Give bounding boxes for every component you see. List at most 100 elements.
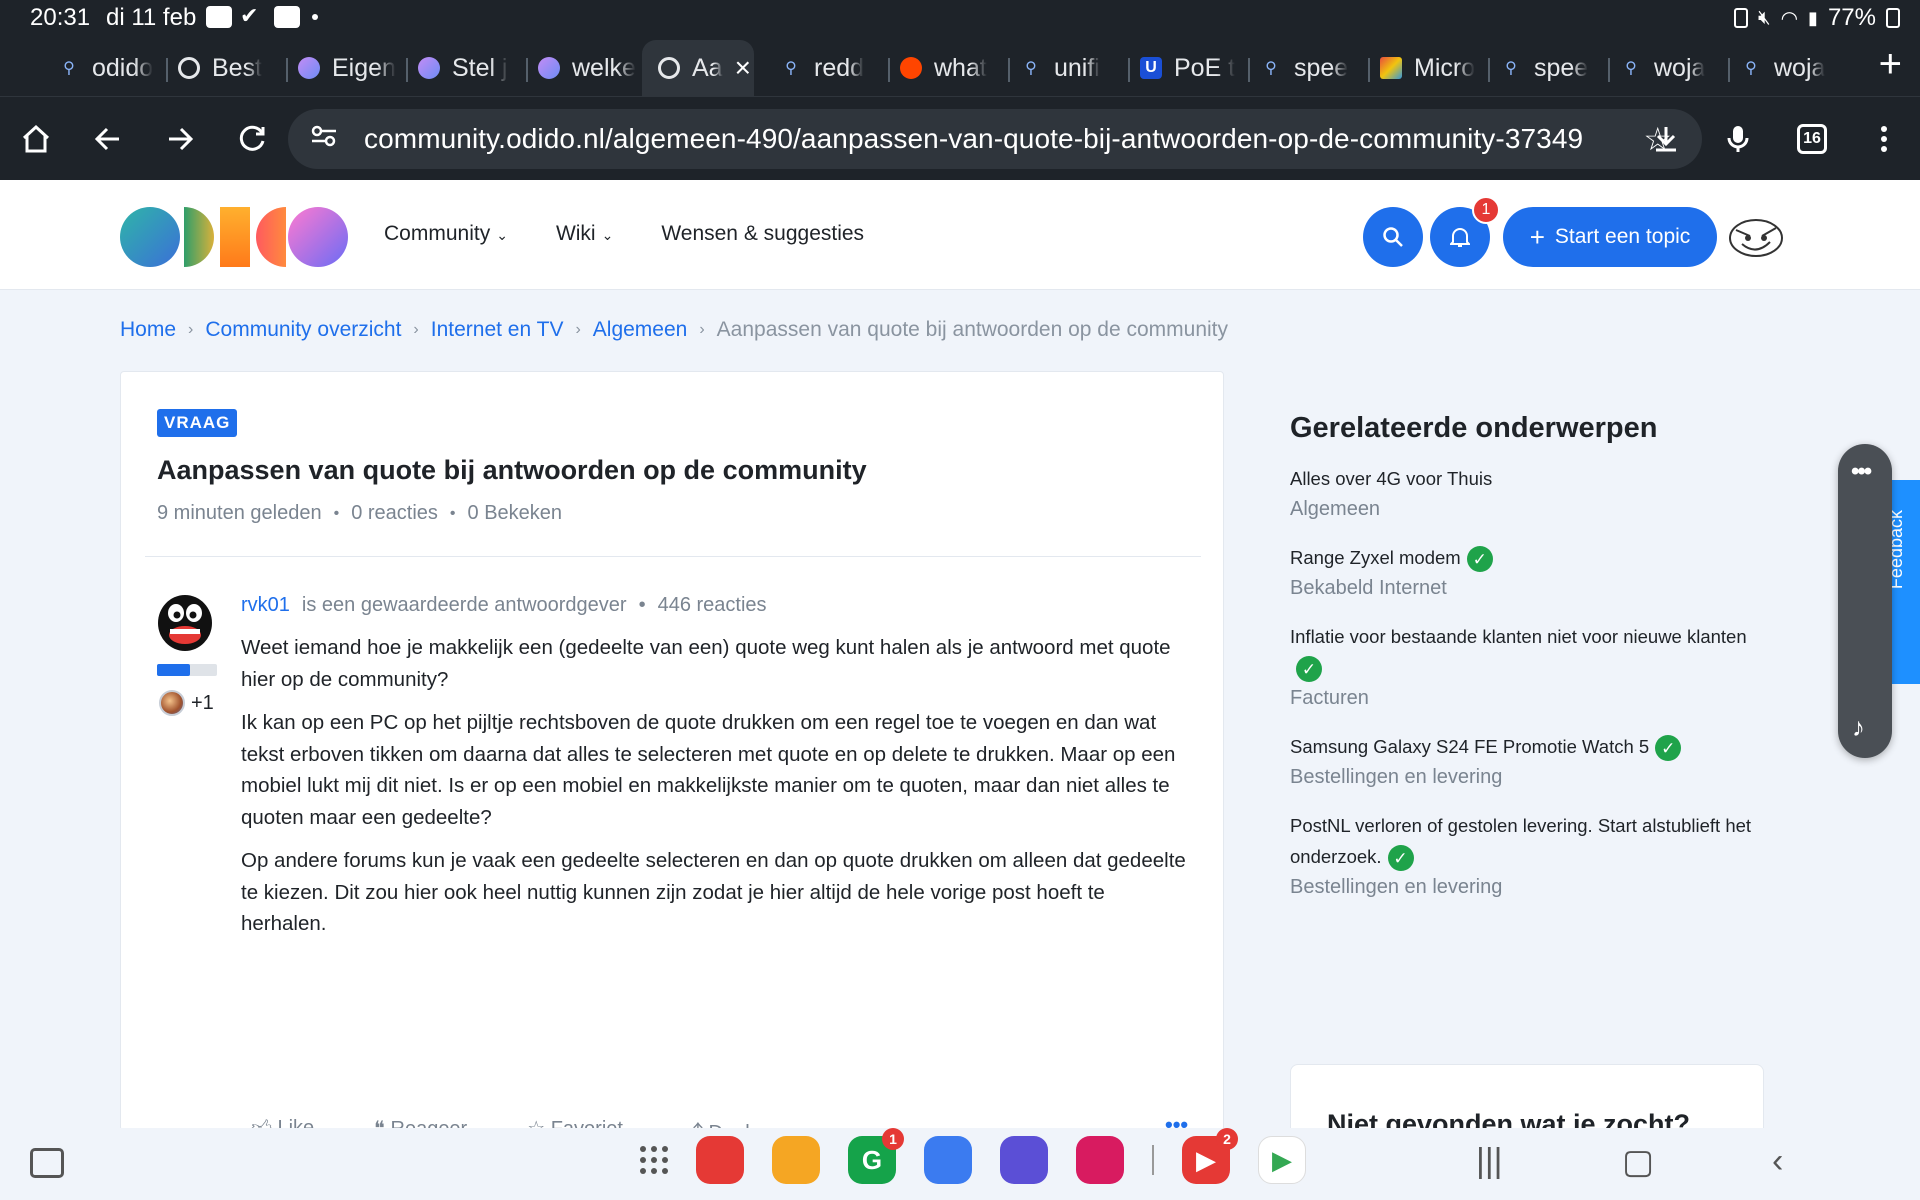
internet-app-icon[interactable] [1000,1136,1048,1184]
image-icon [1380,57,1402,79]
tab-strip: ⚲ odido Best Eigen Stel j welke Aa × ⚲ redd what ⚲ u… [0,36,1920,96]
nav-wiki[interactable]: Wiki ⌄ [556,222,613,246]
tab-separator [1248,58,1250,82]
tab-switcher-button[interactable]: 16 [1790,117,1834,161]
related-topic-category[interactable]: Algemeen [1290,494,1770,524]
plus-icon: + [1529,221,1545,252]
mute-icon: 🔇︎ [1757,6,1771,29]
status-date: di 11 feb [106,4,197,31]
music-note-icon[interactable]: ♪ [1852,712,1865,743]
browser-tab[interactable]: ⚲ redd [780,46,880,90]
author-avatar[interactable] [157,593,213,653]
apps-grid-icon[interactable] [640,1146,668,1174]
browser-tab[interactable]: Aa × [642,40,754,96]
notes-app-icon[interactable] [696,1136,744,1184]
files-app-icon[interactable] [772,1136,820,1184]
badge-avatar-icon [159,690,185,716]
chevron-down-icon: ⌄ [601,227,614,243]
camera-app-icon[interactable] [1076,1136,1124,1184]
play-store-app-icon[interactable]: ▶ [1258,1136,1306,1184]
url-text[interactable]: community.odido.nl/algemeen-490/aanpasse… [364,123,1583,155]
grammarly-app-icon[interactable]: G1 [848,1128,904,1184]
globe-icon [178,57,200,79]
search-button[interactable] [1363,207,1423,267]
tab-separator [406,58,408,82]
back-arrow-icon [94,127,119,151]
site-settings-icon[interactable] [310,124,340,155]
back-button[interactable] [86,117,130,161]
browser-tab[interactable]: ⚲ unifi [1020,46,1120,90]
home-nav-button[interactable]: ▢ [1622,1142,1654,1182]
recents-nav-button[interactable]: ||| [1476,1142,1503,1181]
breadcrumb-community-overzicht[interactable]: Community overzicht [205,318,401,342]
browser-tab[interactable]: U PoE t [1140,46,1240,90]
user-avatar[interactable] [1726,208,1786,268]
breadcrumb-internet-en-tv[interactable]: Internet en TV [431,318,564,342]
tab-title: spee [1294,53,1349,82]
browser-tab[interactable]: what [900,46,1000,90]
nav-wiki-label: Wiki [555,222,596,245]
related-topic-title: Alles over 4G voor Thuis [1290,463,1770,494]
more-horizontal-icon[interactable]: ••• [1851,458,1872,486]
nav-community[interactable]: Community ⌄ [384,222,508,246]
recent-screen-icon[interactable] [30,1148,64,1178]
youtube-app-icon[interactable]: ▶ 2 [1182,1128,1238,1184]
battery-saver-icon [1733,8,1748,28]
browser-tab[interactable]: Stel j [418,46,518,90]
odido-icon [538,57,560,79]
breadcrumb-algemeen[interactable]: Algemeen [593,318,688,342]
messages-app-icon[interactable] [924,1136,972,1184]
more-notifications-icon [312,14,318,20]
breadcrumb-home[interactable]: Home [120,318,176,342]
browser-tab[interactable]: ⚲ spee [1500,46,1600,90]
tab-separator [1008,58,1010,82]
tab-title: welke [572,53,636,82]
related-topic-category[interactable]: Bestellingen en levering [1290,872,1770,902]
reload-button[interactable] [230,117,274,161]
related-topic-category[interactable]: Bekabeld Internet [1290,573,1770,603]
divider [145,556,1201,557]
related-topic-title-text: Samsung Galaxy S24 FE Promotie Watch 5 [1290,736,1650,757]
related-topic-item[interactable]: Samsung Galaxy S24 FE Promotie Watch 5 ✓ B… [1290,731,1770,792]
author-name[interactable]: rvk01 [241,594,290,617]
badge-count: +1 [191,691,214,714]
author-role: is een gewaardeerde antwoordgever [301,594,627,616]
related-topic-item[interactable]: Alles over 4G voor Thuis Algemeen [1290,463,1770,524]
browser-tab[interactable]: ⚲ woja [1620,46,1720,90]
author-badges[interactable]: +1 [159,690,214,716]
browser-tab[interactable]: ⚲ woja [1740,46,1840,90]
solved-check-icon: ✓ [1296,656,1322,683]
post-paragraph: Ik kan op een PC op het pijltje rechtsbo… [241,711,1176,829]
start-topic-button[interactable]: + Start een topic [1503,207,1717,267]
tab-title: what [934,53,987,82]
related-topic-category[interactable]: Facturen [1290,683,1770,713]
new-tab-button[interactable]: + [1879,42,1902,87]
related-topic-item[interactable]: Range Zyxel modem ✓ Bekabeld Internet [1290,542,1770,603]
browser-tab[interactable]: Best [178,46,278,90]
voice-search-button[interactable] [1716,117,1760,161]
browser-menu-button[interactable] [1862,117,1906,161]
address-bar[interactable]: community.odido.nl/algemeen-490/aanpasse… [288,109,1702,169]
odido-icon [418,57,440,79]
chevron-right-icon: › [575,321,581,338]
close-tab-icon[interactable]: × [735,52,751,84]
browser-tab[interactable]: welke [538,46,638,90]
app-badge: 2 [1216,1128,1238,1150]
chevron-down-icon: ⌄ [496,227,508,243]
related-topic-item[interactable]: Inflatie voor bestaande klanten niet voo… [1290,621,1770,713]
home-button[interactable] [14,117,58,161]
browser-tab[interactable]: ⚲ spee [1260,46,1360,90]
status-system-icons: 🔇︎ ◠ ▮ 77% [1733,4,1900,32]
nav-wensen-suggesties[interactable]: Wensen & suggesties [661,222,864,246]
breadcrumb: Home › Community overzicht › Internet en… [120,318,1228,342]
back-nav-button[interactable]: ‹ [1772,1142,1783,1181]
related-topic-category[interactable]: Bestellingen en levering [1290,762,1770,792]
browser-tab[interactable]: ⚲ odido [58,46,158,90]
floating-side-panel[interactable]: ••• ♪ [1838,444,1892,758]
odido-logo[interactable] [120,207,348,267]
browser-tab[interactable]: Eigen [298,46,398,90]
download-button[interactable] [1644,117,1688,161]
forward-button[interactable] [158,117,202,161]
browser-tab[interactable]: Micro [1380,46,1480,90]
related-topic-item[interactable]: PostNL verloren of gestolen levering. St… [1290,810,1770,902]
